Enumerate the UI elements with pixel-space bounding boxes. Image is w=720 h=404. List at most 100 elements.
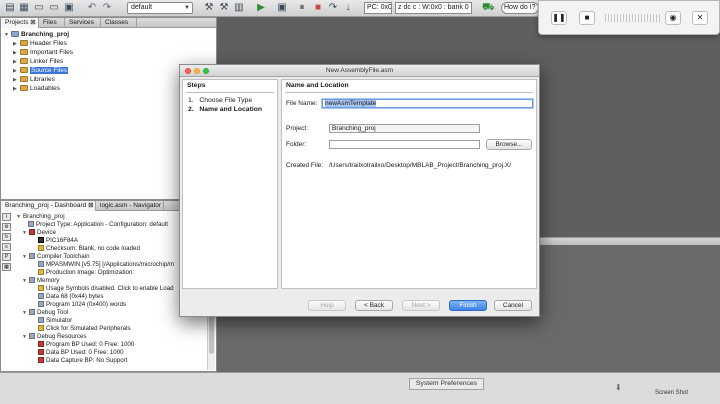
zoom-window-icon[interactable] (203, 68, 209, 74)
dashboard-row-text: Simulator (46, 317, 73, 324)
debug-icon[interactable]: ▣ (276, 2, 288, 14)
dashboard-row-text: Debug Tool (37, 309, 69, 316)
pause-recording-icon[interactable]: ❚❚ (551, 11, 567, 25)
expand-arrow-icon[interactable]: ▼ (4, 31, 11, 40)
tree-item-label: Header Files (30, 40, 67, 47)
dialog-title: New AssemblyFile.asm (325, 67, 394, 74)
recording-controls: ❚❚ ■ ◉ ✕ (538, 0, 720, 35)
help-button[interactable]: Help (308, 300, 346, 311)
production-icon (38, 269, 44, 275)
document-icon[interactable]: ≡ (2, 243, 11, 251)
folder-icon (20, 67, 28, 73)
clean-build-icon[interactable]: ⚒ (218, 2, 230, 14)
dashboard-row-text: Memory (37, 277, 60, 284)
new-file-icon[interactable]: ▤ (4, 2, 16, 14)
pc-status-text: PC: 0x0 (367, 4, 392, 11)
peripherals-icon (38, 325, 44, 331)
project-type-icon (28, 221, 34, 227)
expand-arrow-icon[interactable]: ▼ (22, 277, 29, 285)
collapse-arrow-icon[interactable]: ▶ (13, 85, 20, 94)
tab-projects[interactable]: Projects ⊠ (1, 18, 39, 28)
compiler-icon (38, 261, 44, 267)
stop-icon[interactable]: ■ (312, 2, 324, 14)
step-label: Choose File Type (199, 97, 253, 104)
browse-button-label: Browse... (495, 141, 523, 148)
cart-icon[interactable]: ⛟ (482, 2, 495, 14)
redo-icon[interactable]: ↷ (101, 2, 113, 14)
tab-files[interactable]: Files (39, 18, 65, 28)
tab-classes[interactable]: Classes (101, 18, 137, 28)
tree-item-header-files[interactable]: ▶ Header Files (13, 39, 67, 48)
project-root[interactable]: ▼ Branching_proj (4, 30, 69, 39)
tab-services[interactable]: Services (65, 18, 101, 28)
info-icon[interactable]: i (2, 213, 11, 221)
dashboard-row[interactable]: Click for Simulated Peripherals (38, 325, 203, 333)
expand-arrow-icon[interactable]: ▼ (22, 333, 29, 341)
tree-item-important-files[interactable]: ▶ Important Files (13, 48, 73, 57)
notification-icon[interactable]: ⬇ (615, 383, 622, 392)
project-field: Branching_proj (329, 124, 480, 133)
stop-recording-icon[interactable]: ■ (579, 11, 595, 25)
camera-icon[interactable]: ◉ (665, 11, 681, 25)
memory-icon (29, 277, 35, 283)
hammer-icon[interactable]: ⚒ (203, 2, 215, 14)
program-device-icon[interactable]: ▥ (233, 2, 245, 14)
close-icon[interactable]: ⊠ (30, 19, 35, 26)
file-name-value: newAsmTemplate (325, 100, 377, 107)
expand-arrow-icon[interactable]: ▼ (22, 253, 29, 261)
tree-item-label: Linker Files (30, 58, 64, 65)
tree-item-linker-files[interactable]: ▶ Linker Files (13, 57, 63, 66)
audio-level-meter (605, 14, 660, 22)
pdf-icon[interactable]: P (2, 253, 11, 261)
dashboard-row-text: Checksum: Blank, no code loaded (46, 245, 140, 252)
expand-arrow-icon[interactable]: ▼ (22, 229, 29, 237)
finish-button[interactable]: Finish (449, 300, 487, 311)
tree-item-source-files[interactable]: ▶ Source Files (13, 66, 69, 75)
tab-dashboard[interactable]: Branching_proj - Dashboard ⊠ (1, 201, 96, 211)
expand-arrow-icon[interactable]: ▼ (22, 309, 29, 317)
folder-input[interactable] (329, 140, 480, 149)
tree-item-label: Source Files (30, 67, 69, 74)
close-icon[interactable]: ⊠ (88, 202, 93, 209)
dashboard-row-text: Usage Symbols disabled. Click to enable … (46, 285, 174, 292)
open-folder-icon[interactable]: ▭ (33, 2, 45, 14)
pause-icon[interactable]: ⏸ (296, 2, 308, 14)
tree-item-loadables[interactable]: ▶ Loadables (13, 84, 60, 93)
search-text: How do I? (504, 4, 536, 11)
chip-icon[interactable]: ▦ (2, 263, 11, 271)
tab-services-label: Services (69, 19, 94, 26)
dashboard-side-toolbar: i ⚙ ↻ ≡ P ▦ (2, 213, 13, 273)
dock-tooltip: System Preferences (409, 378, 484, 390)
folder-label: Folder: (286, 141, 307, 148)
save-all-icon[interactable]: ▣ (63, 2, 75, 14)
open-project-icon[interactable]: ▭ (48, 2, 60, 14)
browse-button[interactable]: Browse... (486, 139, 532, 150)
created-file-path: /Users/trailxotrailxo/Desktop/MBLAB_Proj… (329, 162, 512, 169)
refresh-icon[interactable]: ↻ (2, 233, 11, 241)
new-project-icon[interactable]: ▦ (18, 2, 30, 14)
step-label: Name and Location (199, 106, 263, 113)
step-number: 1. (188, 97, 194, 104)
search-field[interactable]: How do I? (501, 2, 539, 14)
step-over-icon[interactable]: ↷ (327, 2, 339, 14)
settings-icon[interactable]: ⚙ (2, 223, 11, 231)
step-into-icon[interactable]: ↓ (342, 2, 354, 14)
dashboard-row-text: Project Type: Application - Configuratio… (36, 221, 168, 228)
tab-projects-label: Projects (5, 19, 29, 26)
close-overlay-icon[interactable]: ✕ (692, 11, 708, 25)
expand-arrow-icon[interactable]: ▼ (16, 213, 23, 221)
program-memory-icon (38, 301, 44, 307)
undo-icon[interactable]: ↶ (86, 2, 98, 14)
run-icon[interactable]: ▶ (255, 2, 267, 14)
tab-navigator[interactable]: logic.asm - Navigator (96, 201, 164, 211)
next-button[interactable]: Next > (402, 300, 440, 311)
close-window-icon[interactable] (185, 68, 191, 74)
dashboard-row: Program BP Used: 0 Free: 1000 (38, 341, 203, 349)
flags-status-text: z dc c (398, 4, 417, 11)
tree-item-libraries[interactable]: ▶ Libraries (13, 75, 55, 84)
file-name-input[interactable]: newAsmTemplate (322, 99, 533, 108)
configuration-select[interactable]: default ▼ (127, 2, 193, 14)
back-button[interactable]: < Back (355, 300, 393, 311)
cancel-button[interactable]: Cancel (494, 300, 532, 311)
minimize-window-icon[interactable] (194, 68, 200, 74)
